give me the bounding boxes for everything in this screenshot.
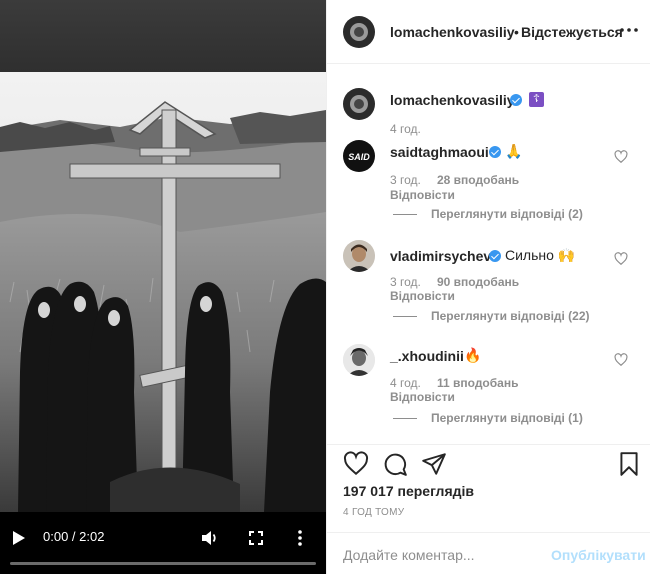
duration: 2:02 bbox=[79, 529, 105, 544]
view-replies-button[interactable]: Переглянути відповіді (22) bbox=[431, 309, 590, 323]
volume-icon bbox=[202, 531, 216, 545]
current-time: 0:00 bbox=[43, 529, 69, 544]
avatar-image bbox=[343, 88, 375, 120]
reply-button[interactable]: Відповісти bbox=[390, 289, 455, 303]
caption-time: 4 год. bbox=[390, 122, 421, 136]
video-player[interactable]: 0:00 / 2:02 bbox=[0, 0, 326, 574]
avatar[interactable] bbox=[343, 16, 375, 48]
header-username[interactable]: lomachenkovasiliy bbox=[390, 24, 515, 40]
share-button[interactable] bbox=[421, 451, 447, 477]
caption-avatar[interactable] bbox=[343, 88, 375, 120]
post-header: lomachenkovasiliy • Відстежується bbox=[327, 0, 650, 64]
verified-badge-icon bbox=[489, 250, 501, 262]
post-timestamp: 4 ГОД ТОМУ bbox=[343, 507, 405, 518]
avatar-image: SAID bbox=[343, 140, 375, 172]
reply-button[interactable]: Відповісти bbox=[390, 390, 455, 404]
heart-icon bbox=[614, 252, 628, 266]
orthodox-cross-emoji: ☦ bbox=[529, 92, 544, 107]
like-comment-button[interactable] bbox=[614, 150, 628, 164]
avatar-image bbox=[343, 16, 375, 48]
comment-likes[interactable]: 90 вподобань bbox=[437, 275, 519, 289]
add-comment-form: Опублікувати bbox=[327, 532, 650, 574]
video-frame[interactable] bbox=[0, 72, 326, 512]
play-icon bbox=[13, 531, 25, 545]
comments-list[interactable]: lomachenkovasiliy ☦ 4 год. SAID saidtagh… bbox=[327, 64, 650, 444]
comment-avatar[interactable] bbox=[343, 240, 375, 272]
comment-input[interactable] bbox=[343, 545, 553, 565]
comment-text: 🔥 bbox=[464, 347, 482, 363]
video-time: 0:00 / 2:02 bbox=[43, 529, 104, 544]
like-comment-button[interactable] bbox=[614, 252, 628, 266]
heart-icon bbox=[343, 451, 369, 476]
view-replies-button[interactable]: Переглянути відповіді (2) bbox=[431, 207, 583, 221]
bookmark-icon bbox=[620, 452, 638, 476]
comment-likes[interactable]: 11 вподобань bbox=[437, 376, 518, 390]
avatar-image bbox=[343, 240, 375, 272]
svg-text:SAID: SAID bbox=[348, 152, 370, 162]
share-icon bbox=[422, 453, 446, 475]
more-horizontal-icon bbox=[620, 28, 638, 32]
post-comment-button[interactable]: Опублікувати bbox=[551, 547, 646, 563]
post-actions bbox=[327, 444, 650, 484]
post-panel: lomachenkovasiliy • Відстежується lomach… bbox=[326, 0, 650, 574]
comment-button[interactable] bbox=[382, 451, 408, 477]
comment-text: 🙏 bbox=[505, 143, 523, 159]
comment-avatar[interactable]: SAID bbox=[343, 140, 375, 172]
view-replies-button[interactable]: Переглянути відповіді (1) bbox=[431, 411, 583, 425]
view-count[interactable]: 197 017 переглядів bbox=[343, 483, 474, 499]
verified-badge-icon bbox=[510, 94, 522, 106]
view-replies-line bbox=[393, 418, 417, 419]
more-options-button[interactable] bbox=[618, 22, 640, 38]
reply-button[interactable]: Відповісти bbox=[390, 188, 455, 202]
heart-icon bbox=[614, 150, 628, 164]
video-more-button[interactable] bbox=[293, 528, 307, 548]
comment-icon bbox=[384, 453, 407, 476]
follow-status-button[interactable]: Відстежується bbox=[521, 24, 623, 40]
comment-text: Сильно 🙌 bbox=[505, 247, 576, 263]
comment-username[interactable]: vladimirsychev bbox=[390, 248, 491, 264]
like-button[interactable] bbox=[343, 451, 369, 477]
like-comment-button[interactable] bbox=[614, 353, 628, 367]
comment-time: 3 год. bbox=[390, 275, 421, 289]
comment-time: 3 год. bbox=[390, 173, 421, 187]
video-still-image bbox=[0, 72, 326, 512]
avatar-image bbox=[343, 344, 375, 376]
video-letterbox-top bbox=[0, 0, 326, 72]
comment-username[interactable]: saidtaghmaoui bbox=[390, 144, 489, 160]
play-button[interactable] bbox=[10, 528, 28, 548]
comment-time: 4 год. bbox=[390, 376, 421, 390]
fullscreen-icon bbox=[249, 531, 263, 545]
more-vertical-icon bbox=[298, 530, 302, 546]
video-progress-bar[interactable] bbox=[10, 562, 316, 565]
fullscreen-button[interactable] bbox=[247, 528, 265, 548]
save-button[interactable] bbox=[616, 451, 642, 477]
comment-avatar[interactable] bbox=[343, 344, 375, 376]
heart-icon bbox=[614, 353, 628, 367]
comment-username[interactable]: _.xhoudinii bbox=[390, 348, 464, 364]
caption-username[interactable]: lomachenkovasiliy bbox=[390, 92, 515, 108]
time-separator: / bbox=[68, 529, 80, 544]
view-replies-line bbox=[393, 214, 417, 215]
volume-button[interactable] bbox=[200, 528, 220, 548]
header-dot: • bbox=[514, 24, 519, 40]
video-controls: 0:00 / 2:02 bbox=[0, 521, 326, 555]
comment-likes[interactable]: 28 вподобань bbox=[437, 173, 519, 187]
view-replies-line bbox=[393, 316, 417, 317]
verified-badge-icon bbox=[489, 146, 501, 158]
